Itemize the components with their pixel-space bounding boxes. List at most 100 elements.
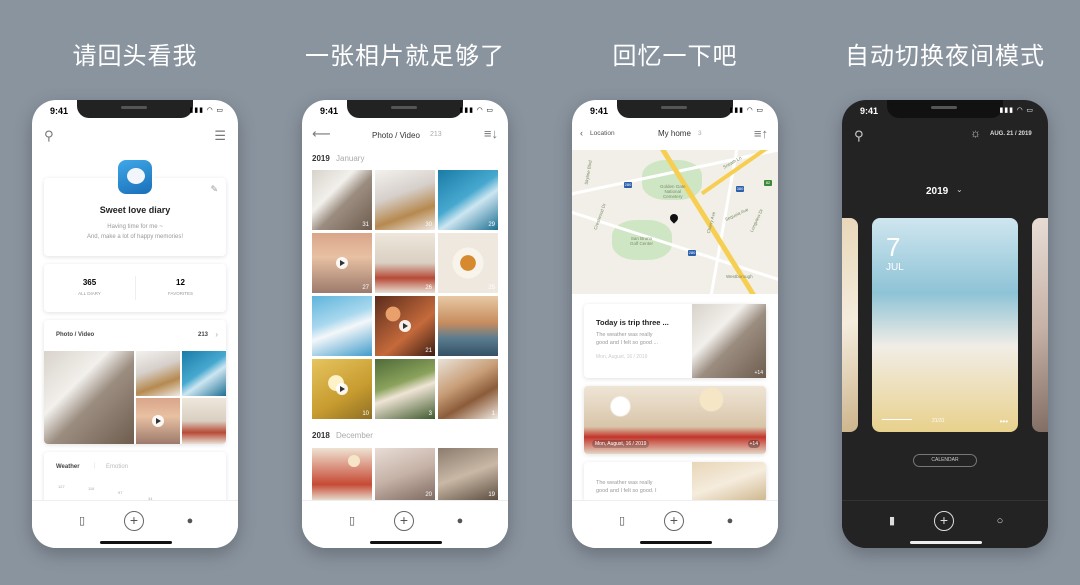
grid-photo[interactable]: 31 bbox=[312, 170, 372, 230]
cards-icon[interactable]: ▯ bbox=[72, 511, 92, 531]
calendar-button[interactable]: CALENDAR bbox=[913, 454, 977, 467]
photo-sunset-video[interactable] bbox=[136, 398, 180, 444]
cards-icon[interactable]: ▯ bbox=[612, 511, 632, 531]
sort-icon[interactable]: ≡↑ bbox=[754, 126, 768, 141]
add-icon[interactable]: + bbox=[394, 511, 414, 531]
diary-body-1: The weather was really bbox=[596, 480, 653, 486]
grid-photo[interactable] bbox=[312, 296, 372, 356]
signal-wifi-battery-icon: ▮▮▮ ◠ ▭ bbox=[999, 107, 1034, 114]
grid-photo[interactable] bbox=[438, 296, 498, 356]
edit-icon[interactable]: ✎ bbox=[210, 184, 218, 195]
stat-favorites-value: 12 bbox=[176, 278, 185, 287]
diary-date: Mon, August, 16 / 2019 bbox=[596, 354, 648, 360]
photo-cat[interactable] bbox=[44, 351, 134, 444]
grid-photo[interactable] bbox=[312, 448, 372, 500]
stat-all-diary-label: ALL DIARY bbox=[78, 291, 101, 296]
grid-photo[interactable]: 1 bbox=[438, 359, 498, 419]
diary-photo[interactable]: +14 bbox=[692, 304, 766, 378]
diary-card-1[interactable]: Today is trip three ... The weather was … bbox=[584, 304, 766, 378]
add-icon[interactable]: + bbox=[934, 511, 954, 531]
signal-wifi-battery-icon: ▮▮▮ ◠ ▭ bbox=[459, 107, 494, 114]
status-bar: 9:41 ▮▮▮ ◠ ▭ bbox=[572, 106, 778, 118]
grid-photo[interactable]: 25 bbox=[438, 233, 498, 293]
profile-icon[interactable]: ○ bbox=[990, 511, 1010, 531]
grid-photo[interactable]: 26 bbox=[375, 233, 435, 293]
phone-gallery: 9:41 ▮▮▮ ◠ ▭ ⟵ Photo / Video 213 ≡↓ 2019… bbox=[302, 100, 508, 548]
back-label[interactable]: Location bbox=[590, 130, 615, 137]
diary-photo[interactable] bbox=[692, 462, 766, 502]
caption-4: 自动切换夜间模式 bbox=[845, 42, 1045, 70]
photo-section-count: 213 bbox=[197, 332, 208, 338]
photo-count-badge: +14 bbox=[747, 440, 760, 448]
back-arrow-icon[interactable]: ⟵ bbox=[312, 126, 331, 142]
photo-sea[interactable] bbox=[182, 351, 226, 396]
header-title: My home bbox=[658, 129, 691, 138]
year-label[interactable]: 2019 bbox=[926, 186, 948, 197]
more-icon[interactable]: ••• bbox=[1000, 417, 1008, 426]
caption-2: 一张相片就足够了 bbox=[305, 42, 505, 70]
section-2019-month: January bbox=[336, 154, 365, 163]
home-indicator bbox=[910, 541, 982, 544]
play-icon[interactable] bbox=[336, 257, 348, 269]
cards-icon[interactable]: ▮ bbox=[882, 511, 902, 531]
section-2018-month: December bbox=[336, 431, 373, 440]
profile-icon[interactable]: ● bbox=[180, 511, 200, 531]
play-icon[interactable] bbox=[399, 320, 411, 332]
diary-date: Mon, August, 16 / 2019 bbox=[592, 440, 650, 448]
add-icon[interactable]: + bbox=[664, 511, 684, 531]
menu-icon[interactable]: ☰ bbox=[214, 128, 226, 144]
status-time: 9:41 bbox=[320, 106, 339, 116]
chart-value-1: 127 bbox=[58, 484, 65, 489]
search-icon[interactable]: ⚲ bbox=[44, 128, 54, 144]
grid-photo[interactable]: 29 bbox=[438, 170, 498, 230]
caption-1: 请回头看我 bbox=[72, 42, 198, 70]
profile-icon[interactable]: ● bbox=[450, 511, 470, 531]
profile-icon[interactable]: ● bbox=[720, 511, 740, 531]
grid-photo[interactable]: 30 bbox=[375, 170, 435, 230]
status-bar: 9:41 ▮▮▮ ◠ ▭ bbox=[32, 106, 238, 118]
grid-video[interactable]: 27 bbox=[312, 233, 372, 293]
sun-icon[interactable]: ☼ bbox=[970, 126, 981, 140]
grid-video[interactable]: 10 bbox=[312, 359, 372, 419]
profile-line-1: Having time for me ~ bbox=[107, 224, 163, 230]
map-street: Crestwood Dr bbox=[592, 202, 607, 231]
cards-icon[interactable]: ▯ bbox=[342, 511, 362, 531]
diary-card-3[interactable]: The weather was really good and I felt s… bbox=[584, 462, 766, 502]
avatar[interactable] bbox=[116, 158, 154, 196]
add-icon[interactable]: + bbox=[124, 511, 144, 531]
current-diary-card[interactable]: 7 JUL 21/31 ••• bbox=[872, 218, 1018, 432]
grid-photo[interactable]: 3 bbox=[375, 359, 435, 419]
search-icon[interactable]: ⚲ bbox=[854, 128, 864, 144]
phone-dark-mode: 9:41 ▮▮▮ ◠ ▭ ⚲ ☼ AUG. 21 / 2019 2019 ⌄ 7… bbox=[842, 100, 1048, 548]
photo-gift[interactable] bbox=[182, 398, 226, 444]
home-indicator bbox=[370, 541, 442, 544]
map-view[interactable]: Golden Gate National Cemetery San Bruno … bbox=[572, 150, 778, 294]
diary-body-2: good and I felt so good ... bbox=[596, 340, 659, 346]
diary-card-2[interactable]: Mon, August, 16 / 2019 +14 bbox=[584, 386, 766, 454]
status-time: 9:41 bbox=[860, 106, 879, 116]
location-pin-icon[interactable] bbox=[668, 212, 680, 224]
header-title: Photo / Video bbox=[372, 131, 420, 140]
grid-photo[interactable]: 19 bbox=[438, 448, 498, 500]
grid-photo[interactable]: 20 bbox=[375, 448, 435, 500]
status-bar: 9:41 ▮▮▮ ◠ ▭ bbox=[302, 106, 508, 118]
sort-icon[interactable]: ≡↓ bbox=[484, 126, 498, 141]
next-card[interactable] bbox=[1032, 218, 1048, 432]
map-street: Westborough bbox=[726, 274, 753, 279]
card-day: 7 bbox=[886, 232, 901, 262]
grid-video[interactable]: 21 bbox=[375, 296, 435, 356]
phone-profile: 9:41 ▮▮▮ ◠ ▭ ⚲ ☰ ✎ Sweet love diary Havi… bbox=[32, 100, 238, 548]
back-chevron-icon[interactable]: ‹ bbox=[580, 128, 583, 138]
photo-hangers[interactable] bbox=[136, 351, 180, 396]
signal-wifi-battery-icon: ▮▮▮ ◠ ▭ bbox=[189, 107, 224, 114]
prev-card[interactable] bbox=[842, 218, 858, 432]
diary-body-2: good and I felt so good. I bbox=[596, 488, 657, 494]
page-indicator: 21/31 bbox=[932, 418, 945, 424]
photo-video-card[interactable]: Photo / Video 213 › bbox=[44, 320, 226, 444]
play-icon[interactable] bbox=[152, 415, 164, 427]
chevron-down-icon[interactable]: ⌄ bbox=[956, 185, 963, 194]
home-indicator bbox=[640, 541, 712, 544]
tab-weather[interactable]: Weather bbox=[56, 464, 80, 470]
play-icon[interactable] bbox=[336, 383, 348, 395]
tab-emotion[interactable]: Emotion bbox=[106, 464, 128, 470]
